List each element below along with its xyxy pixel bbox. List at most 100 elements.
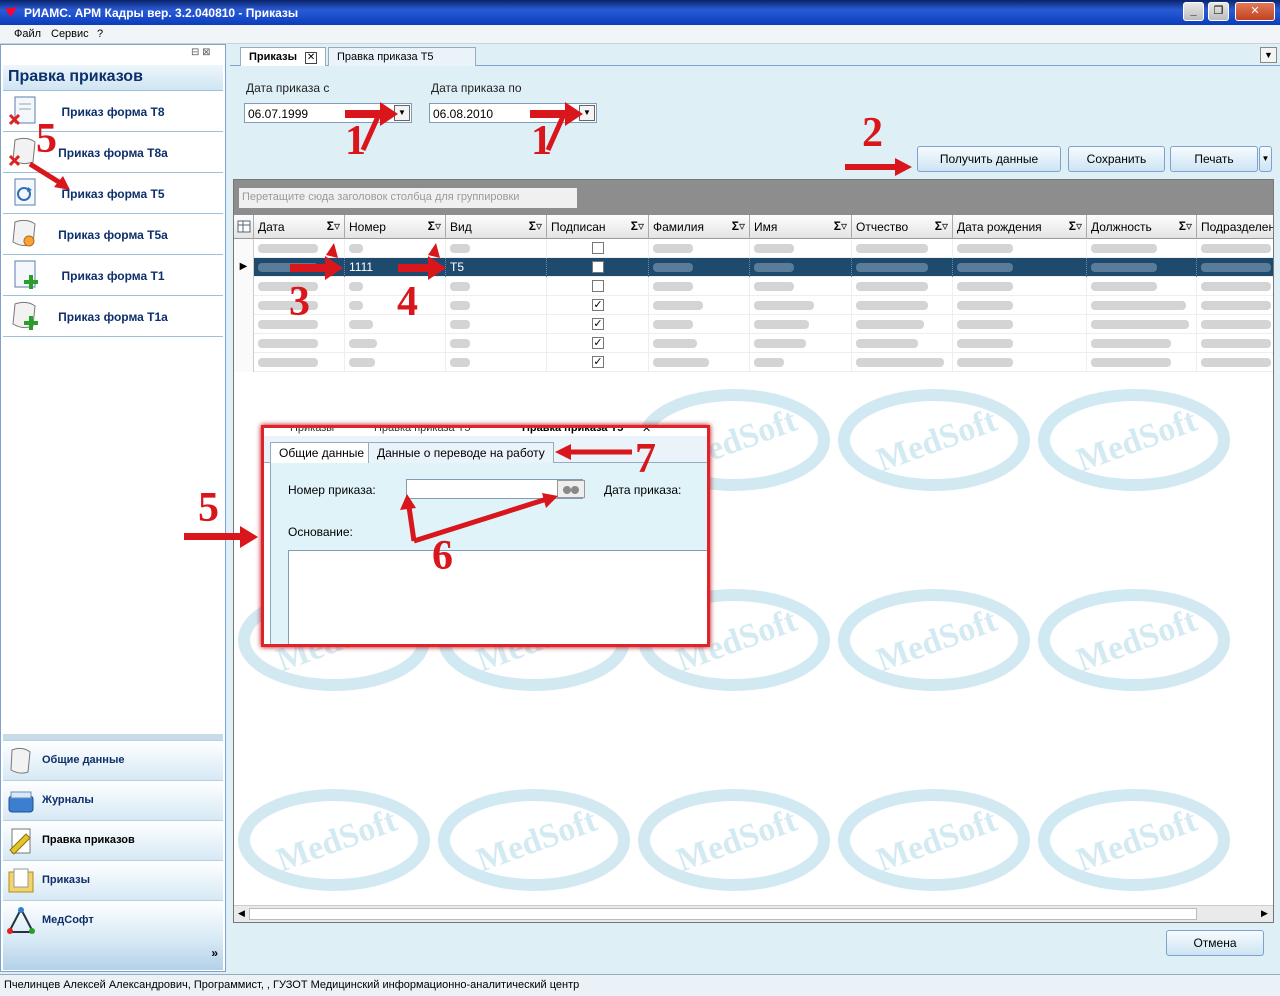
save-button[interactable]: Сохранить bbox=[1068, 146, 1165, 172]
form-label: Приказ форма Т5а bbox=[58, 228, 168, 242]
tab-edit-order-t5[interactable]: Правка приказа Т5 bbox=[328, 47, 476, 66]
sum-filter-icon[interactable]: Σ▿ bbox=[1069, 219, 1082, 233]
nav-medsoft[interactable]: МедСофт bbox=[3, 900, 223, 940]
nav-journals[interactable]: Журналы bbox=[3, 780, 223, 820]
table-row[interactable] bbox=[234, 277, 1273, 296]
sum-filter-icon[interactable]: Σ▿ bbox=[935, 219, 948, 233]
sum-filter-icon[interactable]: Σ▿ bbox=[428, 219, 441, 233]
cell-signed[interactable]: ✓ bbox=[547, 296, 649, 315]
form-item-t1[interactable]: Приказ форма Т1 bbox=[3, 255, 223, 296]
sum-filter-icon[interactable]: Σ▿ bbox=[834, 219, 847, 233]
group-by-panel[interactable]: Перетащите сюда заголовок столбца для гр… bbox=[234, 180, 1273, 215]
binoculars-icon[interactable] bbox=[557, 480, 585, 498]
basis-label: Основание: bbox=[288, 525, 353, 539]
print-dropdown-button[interactable]: ▼ bbox=[1259, 146, 1272, 172]
row-pointer-icon[interactable]: ▶ bbox=[234, 258, 254, 277]
cell-signed[interactable] bbox=[547, 258, 649, 277]
basis-textarea[interactable] bbox=[288, 550, 707, 644]
cell-signed[interactable]: ✓ bbox=[547, 315, 649, 334]
table-row[interactable]: ✓ bbox=[234, 334, 1273, 353]
cell-signed[interactable]: ✓ bbox=[547, 353, 649, 372]
cell-signed[interactable] bbox=[547, 239, 649, 258]
date-from-field[interactable]: 06.07.1999 ▼ bbox=[244, 103, 412, 123]
row-header[interactable] bbox=[234, 296, 254, 315]
column-chooser-icon[interactable] bbox=[234, 215, 254, 239]
chevron-down-icon[interactable]: ▼ bbox=[394, 105, 410, 121]
scroll-left-icon[interactable]: ◀ bbox=[238, 908, 245, 919]
signed-checkbox-checked[interactable]: ✓ bbox=[592, 318, 604, 330]
table-row[interactable] bbox=[234, 239, 1273, 258]
col-department[interactable]: Подразделени bbox=[1197, 215, 1273, 239]
nav-edit-orders[interactable]: Правка приказов bbox=[3, 820, 223, 860]
table-row[interactable]: ✓ bbox=[234, 296, 1273, 315]
cell-signed[interactable]: ✓ bbox=[547, 334, 649, 353]
cancel-button[interactable]: Отмена bbox=[1166, 930, 1264, 956]
sum-filter-icon[interactable]: Σ▿ bbox=[631, 219, 644, 233]
status-bar: Пчелинцев Алексей Александрович, Програм… bbox=[0, 974, 1280, 996]
nav-orders[interactable]: Приказы bbox=[3, 860, 223, 900]
col-surname[interactable]: Фамилия Σ▿ bbox=[649, 215, 750, 239]
print-button[interactable]: Печать bbox=[1170, 146, 1258, 172]
row-header[interactable] bbox=[234, 277, 254, 296]
cell-kind bbox=[446, 296, 547, 315]
signed-checkbox-checked[interactable]: ✓ bbox=[592, 337, 604, 349]
table-row[interactable]: ✓ bbox=[234, 353, 1273, 372]
tab-label: Правка приказа Т5 bbox=[337, 51, 434, 63]
menu-service[interactable]: Сервис bbox=[51, 28, 89, 40]
tab-orders[interactable]: Приказы ✕ bbox=[240, 47, 327, 66]
minimize-button[interactable]: _ bbox=[1183, 2, 1204, 21]
signed-checkbox-checked[interactable]: ✓ bbox=[592, 299, 604, 311]
row-header[interactable] bbox=[234, 315, 254, 334]
scroll-right-icon[interactable]: ▶ bbox=[1261, 908, 1268, 919]
chevron-down-icon[interactable]: ▼ bbox=[579, 105, 595, 121]
col-number[interactable]: Номер Σ▿ bbox=[345, 215, 446, 239]
cell-name bbox=[750, 239, 852, 258]
close-button[interactable]: ✕ bbox=[1235, 2, 1275, 21]
expand-icon[interactable]: » bbox=[211, 946, 218, 960]
table-row-selected[interactable]: ▶ 1111 Т5 bbox=[234, 258, 1273, 277]
col-birth-date[interactable]: Дата рождения Σ▿ bbox=[953, 215, 1087, 239]
col-date[interactable]: Дата Σ▿ bbox=[254, 215, 345, 239]
nav-label: МедСофт bbox=[42, 914, 94, 926]
col-label: Подписан bbox=[551, 220, 606, 234]
date-to-field[interactable]: 06.08.2010 ▼ bbox=[429, 103, 597, 123]
col-kind[interactable]: Вид Σ▿ bbox=[446, 215, 547, 239]
pin-icon[interactable]: ⊟ ⊠ bbox=[191, 47, 211, 58]
nav-general-data[interactable]: Общие данные bbox=[3, 740, 223, 780]
annotation-5b: 5 bbox=[198, 485, 219, 531]
maximize-button[interactable]: ❐ bbox=[1208, 2, 1229, 21]
sum-filter-icon[interactable]: Σ▿ bbox=[732, 219, 745, 233]
form-item-t5[interactable]: Приказ форма Т5 bbox=[3, 173, 223, 214]
form-item-t1a[interactable]: Приказ форма Т1а bbox=[3, 296, 223, 337]
tab-transfer-data[interactable]: Данные о переводе на работу bbox=[368, 442, 554, 463]
row-header[interactable] bbox=[234, 334, 254, 353]
col-label: Должность bbox=[1091, 220, 1152, 234]
col-position[interactable]: Должность Σ▿ bbox=[1087, 215, 1197, 239]
col-name[interactable]: Имя Σ▿ bbox=[750, 215, 852, 239]
col-patronymic[interactable]: Отчество Σ▿ bbox=[852, 215, 953, 239]
get-data-button[interactable]: Получить данные bbox=[917, 146, 1061, 172]
close-tab-icon[interactable]: ✕ bbox=[642, 428, 651, 435]
row-header[interactable] bbox=[234, 353, 254, 372]
cell-signed[interactable] bbox=[547, 277, 649, 296]
sum-filter-icon[interactable]: Σ▿ bbox=[327, 219, 340, 233]
cell-number bbox=[345, 296, 446, 315]
menu-file[interactable]: Файл bbox=[14, 28, 41, 40]
close-tab-icon[interactable]: ✕ bbox=[305, 52, 318, 64]
signed-checkbox[interactable] bbox=[592, 261, 604, 273]
sum-filter-icon[interactable]: Σ▿ bbox=[1179, 219, 1192, 233]
tab-general-data[interactable]: Общие данные bbox=[270, 442, 374, 463]
menu-help[interactable]: ? bbox=[97, 28, 103, 40]
col-signed[interactable]: Подписан Σ▿ bbox=[547, 215, 649, 239]
tab-list-dropdown[interactable]: ▼ bbox=[1260, 47, 1277, 63]
form-item-t5a[interactable]: Приказ форма Т5а bbox=[3, 214, 223, 255]
scrollbar-thumb[interactable] bbox=[249, 908, 1197, 920]
cell-kind bbox=[446, 239, 547, 258]
sum-filter-icon[interactable]: Σ▿ bbox=[529, 219, 542, 233]
signed-checkbox[interactable] bbox=[592, 242, 604, 254]
row-header[interactable] bbox=[234, 239, 254, 258]
signed-checkbox-checked[interactable]: ✓ bbox=[592, 356, 604, 368]
signed-checkbox[interactable] bbox=[592, 280, 604, 292]
horizontal-scrollbar[interactable]: ◀ ▶ bbox=[234, 905, 1273, 922]
table-row[interactable]: ✓ bbox=[234, 315, 1273, 334]
